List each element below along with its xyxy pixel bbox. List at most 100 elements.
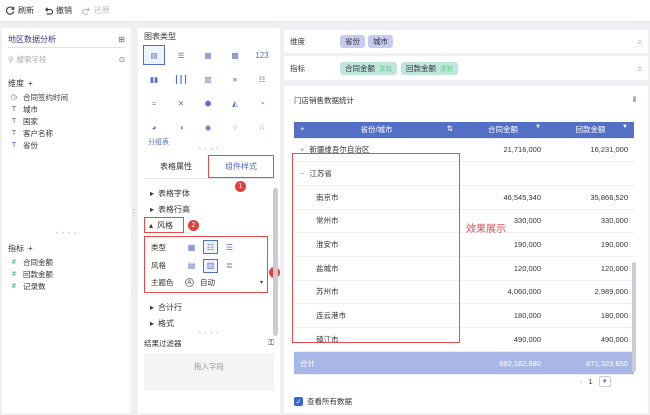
top-toolbar: 刷新 撤销 还原: [0, 0, 650, 22]
prev-page-icon[interactable]: ‹: [580, 377, 583, 386]
search-input[interactable]: ⚲ 搜索字段: [8, 52, 115, 66]
number-type-icon: #: [12, 258, 16, 266]
filter-resize-handle[interactable]: • • • •: [138, 331, 280, 337]
field-item[interactable]: # 回款金额: [2, 268, 131, 280]
prop-style[interactable]: ▴ 风格: [144, 217, 184, 233]
config-scrollbar[interactable]: [273, 188, 278, 336]
step-badge-2: 2: [188, 219, 199, 231]
add-measure-icon[interactable]: +: [28, 244, 33, 253]
stacked-bar-icon[interactable]: ▥: [198, 70, 218, 88]
field-item[interactable]: T 城市: [2, 103, 131, 115]
result-filter-header: 结果过滤器 ⚿: [144, 338, 274, 349]
widget-menu-icon[interactable]: ⦀: [633, 95, 636, 106]
chart-config-panel: 图表类型 ▤ ☰ ▦ ▩ 123 ▮▮ ┃┃┃ ▥ ≡ ☷ ≈ ✕ ⬢ ◭ ◔ …: [138, 28, 280, 413]
table-header: + 省份/城市 ⇅ 合同金额 ▼ 回款金额 ▼: [294, 122, 634, 139]
show-all-data[interactable]: ✓ 查看所有数据: [294, 396, 352, 407]
map-chart-icon[interactable]: ◉: [198, 118, 218, 136]
pagination: ‹ 1 ▼: [580, 376, 611, 387]
table-scrollbar[interactable]: [632, 262, 636, 372]
column-dropdown-icon[interactable]: ▼: [622, 124, 628, 130]
style-b-icon[interactable]: ▥: [203, 258, 218, 273]
type-grid-icon[interactable]: ▦: [185, 241, 198, 253]
more-icon[interactable]: ⊙: [119, 55, 125, 64]
page-dropdown-icon[interactable]: ▼: [598, 376, 611, 387]
measure-bar: 指标 合同金额 求和 回款金额 求和 ⌂: [284, 56, 648, 80]
bar-chart-icon[interactable]: ▮▮: [144, 70, 164, 88]
heatmap-table-icon[interactable]: ▩: [225, 46, 245, 64]
caret-right-icon: ▸: [150, 302, 155, 312]
cross-table-chart-icon[interactable]: ▦: [198, 46, 218, 64]
pie-chart-icon[interactable]: ◕: [144, 118, 164, 136]
style-options-box: 类型 ▦ ☷ ☰ 风格 ▤ ▥ ≣ 主题色 A 自动 ▾: [144, 236, 268, 293]
number-type-icon: #: [12, 270, 16, 278]
undo-button[interactable]: 撤销: [44, 5, 72, 16]
dropdown-arrow-icon: ▾: [259, 280, 263, 286]
kpi-number-icon[interactable]: 123: [252, 46, 272, 64]
prop-row-height[interactable]: ▸ 表格行高: [138, 201, 280, 217]
filter-settings-icon[interactable]: ⚿: [268, 338, 274, 349]
filter-drop-zone[interactable]: 拖入字段: [144, 353, 274, 391]
gauge-chart-icon[interactable]: ◔: [252, 94, 272, 112]
refresh-button[interactable]: 刷新: [6, 5, 34, 16]
measure-chip[interactable]: 回款金额 求和: [401, 61, 458, 75]
caret-down-icon: ▴: [149, 220, 154, 230]
field-item[interactable]: T 国家: [2, 115, 131, 127]
checkbox-checked-icon[interactable]: ✓: [294, 397, 303, 406]
panel-resize-handle[interactable]: • • • •: [2, 231, 131, 237]
type-tree-icon[interactable]: ☷: [203, 240, 218, 254]
bubble-chart-icon[interactable]: ⁙: [252, 118, 272, 136]
header-payment-amount[interactable]: 回款金额 ▼: [547, 122, 634, 139]
hbar-stacked-icon[interactable]: ☷: [252, 70, 272, 88]
dataset-switch-icon[interactable]: ⊞: [118, 35, 125, 44]
clear-icon[interactable]: ⌂: [637, 64, 642, 73]
dimension-chip[interactable]: 城市: [368, 35, 393, 48]
prop-total-row[interactable]: ▸ 合计行: [138, 299, 280, 315]
field-item[interactable]: T 省份: [2, 139, 131, 151]
measure-chip[interactable]: 合同金额 求和: [340, 61, 397, 75]
horizontal-bar-icon[interactable]: ≡: [225, 70, 245, 88]
measure-section: 指标 +: [8, 244, 33, 253]
combo-chart-icon[interactable]: ✕: [171, 94, 191, 112]
data-panel: 地区数据分析 ⊞ ⚲ 搜索字段 ⊙ 维度 + ◷ 合同签约时间 T 城市 T 国家 T 客户…: [2, 28, 131, 413]
scatter-chart-icon[interactable]: ⁘: [225, 118, 245, 136]
style-c-icon[interactable]: ≣: [223, 260, 236, 272]
page-number[interactable]: 1: [589, 377, 593, 386]
table-chart-icon[interactable]: ▤: [143, 45, 165, 65]
redo-button[interactable]: 还原: [82, 5, 110, 16]
sort-icon[interactable]: ⇅: [447, 124, 453, 133]
tab-component-style[interactable]: 组件样式: [208, 155, 274, 178]
field-search: ⚲ 搜索字段 ⊙: [8, 52, 125, 66]
column-chart-icon[interactable]: ┃┃┃: [171, 70, 191, 88]
add-dimension-icon[interactable]: +: [28, 79, 33, 88]
style-row: 风格 ▤ ▥ ≣: [145, 257, 267, 274]
time-icon: ◷: [10, 94, 18, 101]
area-chart-icon[interactable]: ◭: [225, 94, 245, 112]
style-a-icon[interactable]: ▤: [185, 260, 198, 272]
type-list-icon[interactable]: ☰: [223, 241, 236, 253]
grouped-table-chart-icon[interactable]: ☰: [171, 46, 191, 64]
redo-icon: [82, 7, 90, 15]
prop-format[interactable]: ▸ 格式: [138, 315, 280, 331]
field-item[interactable]: ◷ 合同签约时间: [2, 91, 131, 103]
dimension-chip[interactable]: 省份: [340, 35, 365, 48]
line-chart-icon[interactable]: ≈: [144, 94, 164, 112]
prop-table-font[interactable]: ▸ 表格字体: [138, 185, 280, 201]
chart-grid-resize-handle[interactable]: • • • •: [138, 147, 280, 153]
polygon-chart-icon[interactable]: ⬢: [198, 94, 218, 112]
tab-table-properties[interactable]: 表格属性: [144, 155, 208, 178]
donut-chart-icon[interactable]: ◑: [171, 118, 191, 136]
field-item[interactable]: T 客户名称: [2, 127, 131, 139]
text-type-icon: T: [11, 129, 17, 137]
panel-splitter[interactable]: • • •: [133, 208, 135, 220]
field-item[interactable]: # 记录数: [2, 280, 131, 292]
total-row: 合计 982,182,680 671,323,650: [294, 351, 634, 376]
clear-icon[interactable]: ⌂: [637, 37, 642, 46]
field-item[interactable]: # 合同金额: [2, 256, 131, 268]
table-widget: 门店销售数据统计 ⦀ + 省份/城市 ⇅ 合同金额 ▼ 回款金额 ▼ + 新疆维吾尔自治区…: [284, 86, 648, 413]
chart-type-grid: ▤ ☰ ▦ ▩ 123 ▮▮ ┃┃┃ ▥ ≡ ☷ ≈ ✕ ⬢ ◭ ◔ ◕ ◑ ◉…: [143, 45, 280, 136]
theme-row[interactable]: 主题色 A 自动 ▾: [145, 274, 267, 291]
header-province-city[interactable]: + 省份/城市 ⇅: [294, 122, 459, 139]
header-contract-amount[interactable]: 合同金额 ▼: [459, 122, 547, 139]
column-dropdown-icon[interactable]: ▼: [535, 124, 541, 130]
add-icon[interactable]: +: [300, 124, 304, 133]
